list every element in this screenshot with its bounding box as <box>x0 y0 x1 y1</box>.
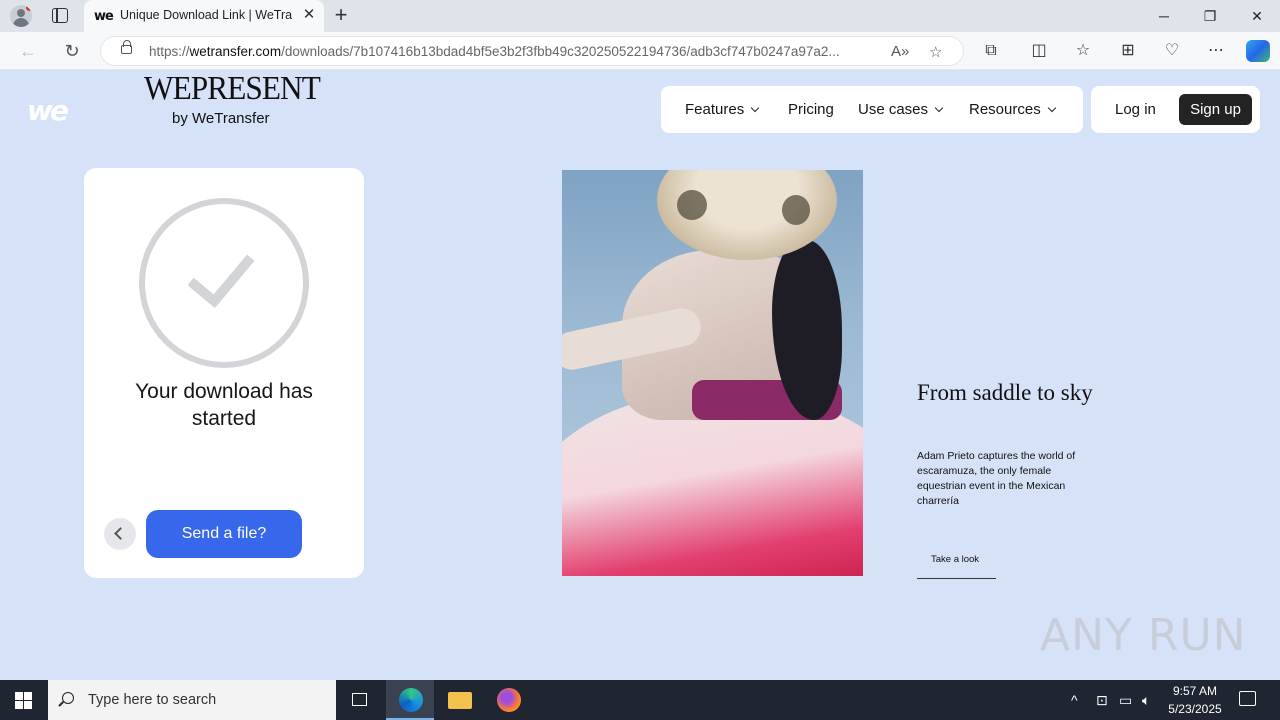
windows-taskbar: Type here to search ^ ⊡ ▭ 🔈︎ 9:57 AM 5/2… <box>0 680 1280 720</box>
task-view-icon[interactable] <box>336 680 384 720</box>
search-placeholder: Type here to search <box>88 692 217 708</box>
chevron-down-icon <box>934 103 944 113</box>
favorite-star-icon[interactable]: ☆ <box>929 43 942 61</box>
refresh-icon[interactable]: ↻ <box>60 39 84 63</box>
browser-tab[interactable]: we Unique Download Link | WeTransfer ✕ <box>84 0 324 32</box>
address-bar[interactable]: https://wetransfer.com/downloads/7b10741… <box>100 36 964 66</box>
signup-button[interactable]: Sign up <box>1179 94 1252 125</box>
download-card: Your download has started Send a file? <box>84 168 364 578</box>
firefox-icon[interactable] <box>484 680 532 720</box>
lock-icon[interactable] <box>121 40 132 54</box>
article-photo[interactable] <box>562 170 863 576</box>
checkmark-icon <box>139 198 309 368</box>
meet-now-icon[interactable]: ⊡ <box>1096 692 1108 709</box>
nav-use-cases[interactable]: Use cases <box>858 101 944 118</box>
extensions-icon[interactable]: ⧉ <box>981 41 1001 61</box>
download-status: Your download has started <box>135 380 313 430</box>
brand-subtitle: by WeTransfer <box>172 110 270 127</box>
browser-essentials-icon[interactable]: ♡ <box>1162 41 1182 61</box>
auth-panel: Log in Sign up <box>1091 86 1260 133</box>
network-icon[interactable]: ▭ <box>1119 692 1132 709</box>
tab-close-icon[interactable]: ✕ <box>300 6 318 24</box>
wetransfer-logo[interactable]: we <box>27 94 69 127</box>
browser-tab-bar: we Unique Download Link | WeTransfer ✕ +… <box>0 0 1280 32</box>
new-tab-button[interactable]: + <box>330 4 352 26</box>
nav-pricing[interactable]: Pricing <box>788 101 834 118</box>
browser-toolbar: ← ↻ https://wetransfer.com/downloads/7b1… <box>0 32 1280 70</box>
file-explorer-icon[interactable] <box>436 680 484 720</box>
windows-start-icon[interactable] <box>15 692 32 709</box>
article-title: From saddle to sky <box>917 380 1093 405</box>
nav-resources[interactable]: Resources <box>969 101 1056 118</box>
copilot-icon[interactable] <box>1246 40 1270 62</box>
more-icon[interactable]: ⋯ <box>1206 41 1226 61</box>
clock-date[interactable]: 5/23/2025 <box>1165 702 1225 716</box>
tab-title: Unique Download Link | WeTransfer <box>120 8 292 22</box>
read-aloud-icon[interactable]: A» <box>891 43 909 60</box>
minimize-icon[interactable]: ─ <box>1154 6 1174 26</box>
split-screen-icon[interactable]: ◫ <box>1029 41 1049 61</box>
url-text[interactable]: https://wetransfer.com/downloads/7b10741… <box>149 44 877 59</box>
back-arrow-icon[interactable]: ← <box>16 39 40 63</box>
nav-features[interactable]: Features <box>685 101 760 118</box>
login-button[interactable]: Log in <box>1115 101 1156 118</box>
tab-actions-icon[interactable] <box>52 8 68 23</box>
chevron-down-icon <box>1047 103 1056 113</box>
take-a-look-link[interactable]: Take a look <box>917 554 996 579</box>
edge-taskbar-icon[interactable] <box>386 680 434 720</box>
article-description: Adam Prieto captures the world of escara… <box>917 450 1076 507</box>
main-nav: Features Pricing Use cases Resources <box>661 86 1083 133</box>
taskbar-search[interactable]: Type here to search <box>48 680 336 720</box>
anyrun-watermark: ANY RUN <box>1040 610 1247 661</box>
show-hidden-icons-icon[interactable]: ^ <box>1071 692 1078 708</box>
clock-time[interactable]: 9:57 AM <box>1165 684 1225 698</box>
chevron-down-icon <box>750 103 760 113</box>
wepresent-brand[interactable]: WEPRESENT <box>144 70 321 108</box>
volume-icon[interactable]: 🔈︎ <box>1142 692 1150 709</box>
back-button[interactable] <box>104 518 136 550</box>
notifications-icon[interactable] <box>1239 691 1256 706</box>
collections-icon[interactable]: ⊞ <box>1118 41 1138 61</box>
restore-icon[interactable]: ❐ <box>1200 6 1220 26</box>
favorites-icon[interactable]: ☆ <box>1073 41 1093 61</box>
chevron-left-icon <box>114 527 127 540</box>
wetransfer-favicon-icon: we <box>94 9 114 24</box>
profile-avatar-icon[interactable] <box>10 5 32 27</box>
send-file-button[interactable]: Send a file? <box>146 510 302 558</box>
page-content: we WEPRESENT by WeTransfer Features Pric… <box>4 70 1276 678</box>
search-icon <box>62 692 74 704</box>
window-close-icon[interactable]: ✕ <box>1247 6 1267 26</box>
